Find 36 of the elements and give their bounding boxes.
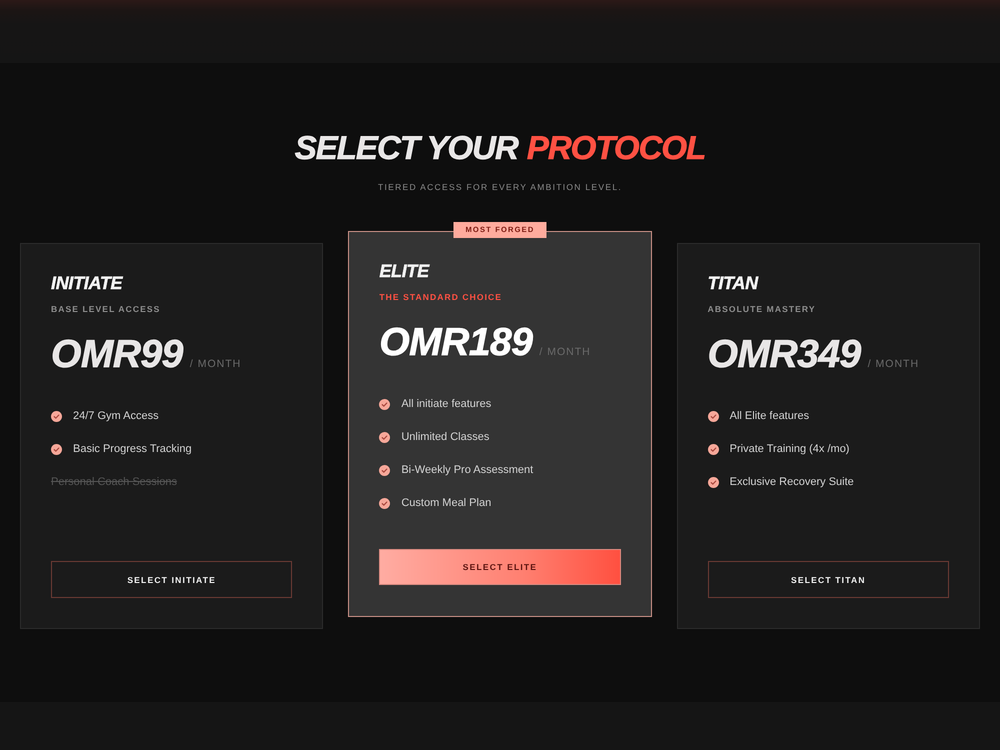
feature-text: Personal Coach Sessions: [51, 475, 177, 490]
select-plan-button[interactable]: SELECT INITIATE: [51, 561, 292, 598]
plan-price: OMR99: [51, 333, 183, 377]
price-period: / MONTH: [190, 358, 242, 370]
select-plan-button[interactable]: SELECT ELITE: [379, 549, 621, 585]
check-circle-icon: [379, 464, 390, 476]
check-circle-icon: [379, 498, 390, 508]
feature-text: Bi-Weekly Pro Assessment: [401, 463, 534, 478]
feature-text: 24/7 Gym Access: [73, 409, 159, 424]
check-circle-icon: [708, 410, 719, 422]
feature-text: Basic Progress Tracking: [73, 442, 192, 457]
section-title: SELECT YOUR: [294, 128, 518, 168]
feature-text: All initiate features: [401, 397, 492, 412]
plan-name: INITIATE: [51, 272, 122, 294]
plan-name: TITAN: [708, 272, 758, 294]
feature-text: All Elite features: [730, 409, 810, 424]
plan-price: OMR189: [379, 321, 532, 365]
check-circle-icon: [379, 432, 390, 442]
feature-text: Custom Meal Plan: [401, 496, 492, 511]
plan-tagline: THE STANDARD CHOICE: [379, 291, 502, 303]
plan-name: ELITE: [379, 260, 429, 282]
plan-price: OMR349: [708, 333, 861, 377]
feature-text: Private Training (4x /mo): [730, 442, 850, 457]
feature-text: Exclusive Recovery Suite: [730, 475, 854, 490]
feature-text: Unlimited Classes: [401, 430, 490, 445]
plan-tagline: ABSOLUTE MASTERY: [708, 303, 816, 315]
check-circle-icon: [708, 476, 719, 488]
check-circle-icon: [708, 444, 719, 454]
title-highlight: PROTOCOL: [526, 128, 706, 168]
plan-tagline: BASE LEVEL ACCESS: [51, 303, 160, 315]
check-circle-icon: [51, 410, 62, 422]
select-plan-button[interactable]: SELECT TITAN: [708, 561, 949, 598]
check-circle-icon: [379, 398, 390, 410]
check-circle-icon: [51, 444, 62, 454]
section-subtitle: TIERED ACCESS FOR EVERY AMBITION LEVEL.: [378, 181, 622, 193]
price-period: / MONTH: [868, 358, 920, 370]
